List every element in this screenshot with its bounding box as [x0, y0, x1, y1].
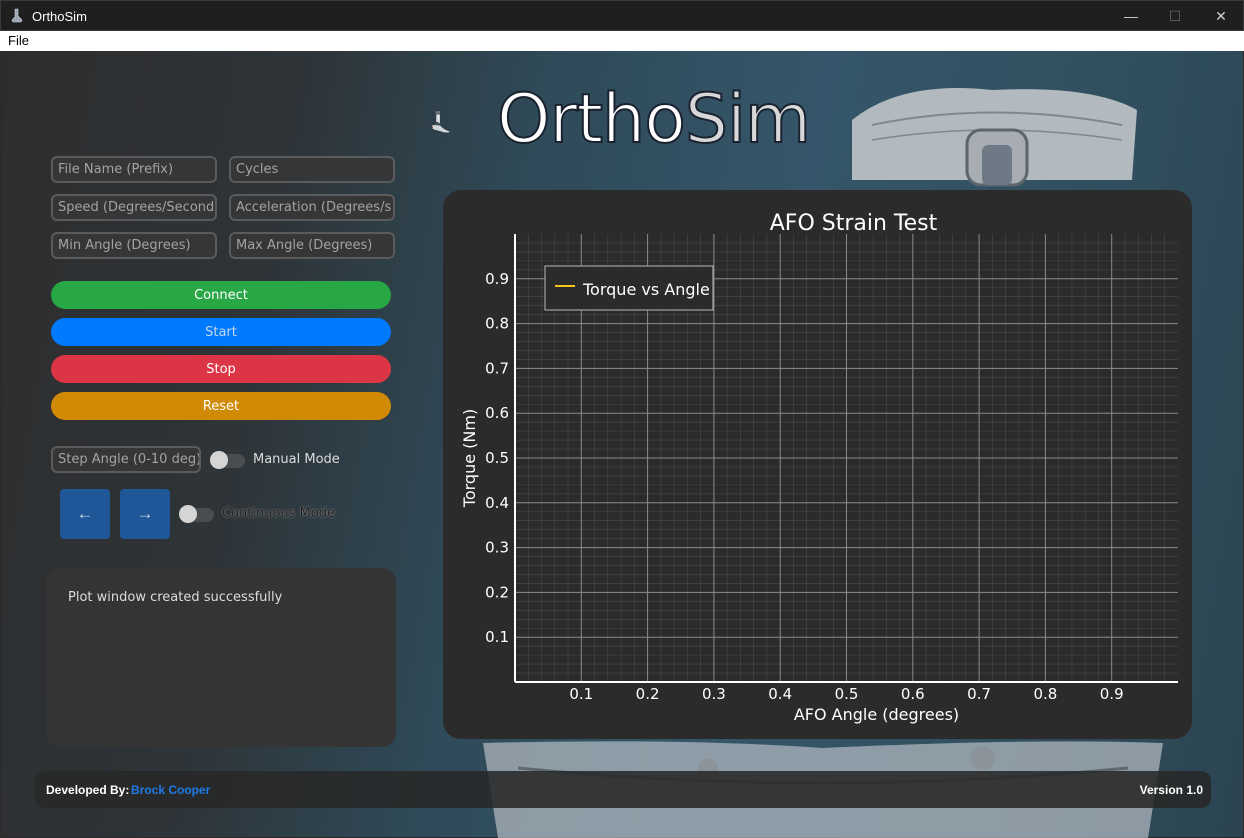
menu-file[interactable]: File — [8, 33, 29, 48]
logo-wordmark: OrthoSim — [496, 79, 812, 160]
continuous-mode-switch-knob — [179, 505, 197, 523]
author-link[interactable]: Brock Cooper — [131, 783, 210, 797]
y-tick-label: 0.4 — [485, 494, 509, 512]
connect-button[interactable]: Connect — [51, 281, 391, 309]
log-message: Plot window created successfully — [68, 590, 283, 605]
chart-title: AFO Strain Test — [770, 211, 938, 236]
y-tick-label: 0.6 — [485, 404, 509, 422]
close-button[interactable]: ✕ — [1198, 1, 1244, 31]
y-tick-label: 0.7 — [485, 359, 509, 377]
y-tick-label: 0.5 — [485, 449, 509, 467]
x-tick-label: 0.2 — [636, 685, 660, 703]
x-tick-label: 0.3 — [702, 685, 726, 703]
x-tick-label: 0.1 — [569, 685, 593, 703]
window-title: OrthoSim — [32, 9, 87, 24]
cycles-input[interactable] — [229, 156, 395, 183]
y-tick-label: 0.9 — [485, 270, 509, 288]
orthosis-sketch-image — [852, 88, 1137, 187]
reset-button[interactable]: Reset — [51, 392, 391, 420]
y-tick-label: 0.1 — [485, 628, 509, 646]
y-tick-label: 0.2 — [485, 583, 509, 601]
x-tick-label: 0.5 — [835, 685, 859, 703]
app-icon — [11, 8, 23, 23]
acceleration-input[interactable] — [229, 194, 395, 221]
minimize-button[interactable]: — — [1108, 1, 1154, 31]
x-tick-label: 0.8 — [1033, 685, 1057, 703]
x-axis-label: AFO Angle (degrees) — [794, 705, 959, 724]
manual-mode-label: Manual Mode — [253, 452, 340, 467]
max-angle-input[interactable] — [229, 232, 395, 259]
continuous-mode-label: Continuous Mode — [222, 506, 335, 521]
x-tick-label: 0.7 — [967, 685, 991, 703]
step-left-button[interactable]: ← — [60, 489, 110, 539]
logo-sim-text: Sim — [684, 79, 812, 160]
file-name-input[interactable] — [51, 156, 217, 183]
footer: Developed By: Brock Cooper Version 1.0 — [35, 771, 1211, 808]
y-tick-label: 0.8 — [485, 315, 509, 333]
step-right-button[interactable]: → — [120, 489, 170, 539]
legend-label: Torque vs Angle — [582, 280, 710, 299]
x-tick-label: 0.9 — [1100, 685, 1124, 703]
title-bar: OrthoSim — ☐ ✕ — [0, 0, 1244, 31]
plot-panel: 0.1 0.2 0.3 0.4 0.5 0.6 0.7 0.8 0.9 0.1 0.2 0.3 0.4 0… — [443, 190, 1192, 739]
start-button[interactable]: Start — [51, 318, 391, 346]
maximize-button[interactable]: ☐ — [1152, 1, 1198, 31]
y-tick-label: 0.3 — [485, 539, 509, 557]
version-label: Version 1.0 — [1139, 783, 1203, 797]
manual-mode-switch[interactable] — [210, 451, 246, 469]
log-panel: Plot window created successfully — [46, 568, 396, 747]
plot-chart[interactable]: 0.1 0.2 0.3 0.4 0.5 0.6 0.7 0.8 0.9 0.1 0.2 0.3 0.4 0… — [443, 190, 1192, 739]
x-tick-label: 0.4 — [768, 685, 792, 703]
menu-bar: File — [0, 31, 1244, 51]
logo-ortho-text: Ortho — [496, 79, 687, 160]
stop-button[interactable]: Stop — [51, 355, 391, 383]
y-axis-label: Torque (Nm) — [460, 409, 479, 508]
step-angle-input[interactable] — [51, 446, 201, 473]
developed-by-label: Developed By: — [46, 783, 130, 797]
min-angle-input[interactable] — [51, 232, 217, 259]
speed-input[interactable] — [51, 194, 217, 221]
continuous-mode-switch[interactable] — [179, 505, 215, 523]
manual-mode-switch-knob — [210, 451, 228, 469]
x-tick-label: 0.6 — [901, 685, 925, 703]
